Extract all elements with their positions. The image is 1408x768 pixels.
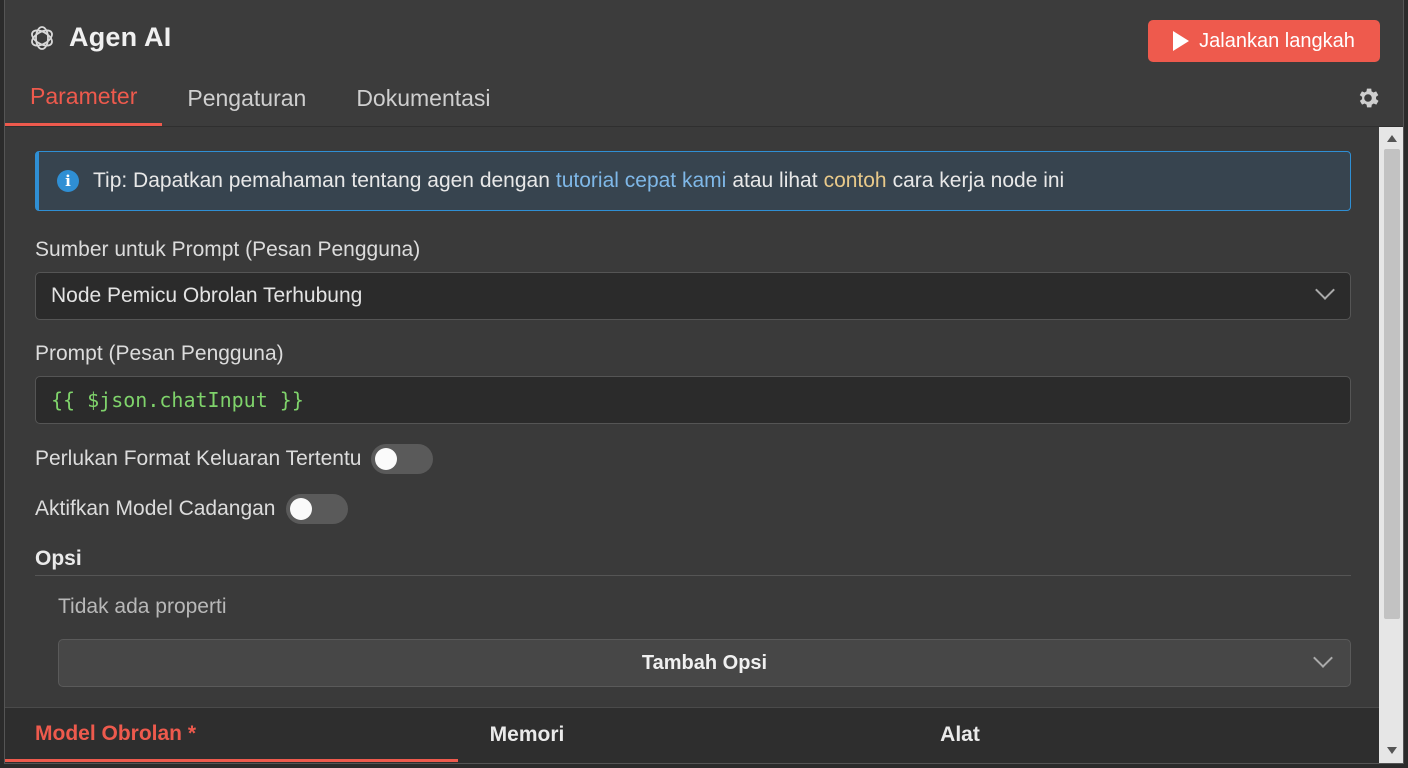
panel-header: Agen AI Jalankan langkah Parameter Penga… xyxy=(5,0,1403,128)
run-step-button[interactable]: Jalankan langkah xyxy=(1148,20,1380,62)
tab-chat-model[interactable]: Model Obrolan * xyxy=(5,708,458,762)
gear-icon[interactable] xyxy=(1355,85,1381,111)
tip-text-middle: atau lihat xyxy=(732,169,818,192)
example-link[interactable]: contoh xyxy=(824,169,887,193)
options-title: Opsi xyxy=(35,547,82,570)
tab-settings[interactable]: Pengaturan xyxy=(162,70,331,126)
chevron-down-icon xyxy=(1315,280,1335,300)
run-step-label: Jalankan langkah xyxy=(1199,29,1355,52)
tab-bar: Parameter Pengaturan Dokumentasi xyxy=(5,70,516,126)
play-icon xyxy=(1173,31,1190,51)
sub-node-tabs: Model Obrolan * Memori Alat xyxy=(5,707,1379,763)
options-divider xyxy=(35,575,1351,576)
toggle-knob xyxy=(375,448,398,470)
info-icon: i xyxy=(57,170,79,192)
scroll-down-icon[interactable] xyxy=(1387,747,1397,754)
scroll-up-icon[interactable] xyxy=(1387,135,1397,142)
output-format-label: Perlukan Format Keluaran Tertentu xyxy=(35,447,362,470)
page-title: Agen AI xyxy=(69,22,172,52)
tab-memory[interactable]: Memori xyxy=(458,708,596,762)
parameters-content: i Tip: Dapatkan pemahaman tentang agen d… xyxy=(5,127,1379,707)
toggle-knob xyxy=(289,498,312,520)
tip-text-after: cara kerja node ini xyxy=(892,169,1065,192)
tip-text-before: Tip: Dapatkan pemahaman tentang agen den… xyxy=(93,169,550,192)
add-option-button[interactable]: Tambah Opsi xyxy=(58,639,1351,687)
prompt-input[interactable]: {{ $json.chatInput }} xyxy=(35,376,1351,424)
prompt-source-value: Node Pemicu Obrolan Terhubung xyxy=(51,284,363,307)
output-format-toggle[interactable] xyxy=(371,444,434,474)
fallback-model-toggle[interactable] xyxy=(285,494,348,524)
node-panel: Agen AI Jalankan langkah Parameter Penga… xyxy=(4,0,1404,764)
fallback-model-label: Aktifkan Model Cadangan xyxy=(35,497,276,520)
fallback-model-row: Aktifkan Model Cadangan xyxy=(35,494,348,524)
tab-tools[interactable]: Alat xyxy=(905,708,1015,762)
output-format-row: Perlukan Format Keluaran Tertentu xyxy=(35,444,434,474)
tip-banner: i Tip: Dapatkan pemahaman tentang agen d… xyxy=(35,151,1351,211)
options-empty-text: Tidak ada properti xyxy=(58,595,227,618)
tab-parameter[interactable]: Parameter xyxy=(5,70,163,126)
chevron-down-icon xyxy=(1313,648,1333,668)
prompt-label: Prompt (Pesan Pengguna) xyxy=(35,342,284,365)
openai-knot-icon xyxy=(31,26,53,50)
tutorial-link[interactable]: tutorial cepat kami xyxy=(556,169,726,193)
prompt-expression: {{ $json.chatInput }} xyxy=(51,388,304,412)
scroll-thumb[interactable] xyxy=(1384,149,1400,619)
prompt-source-label: Sumber untuk Prompt (Pesan Pengguna) xyxy=(35,238,421,261)
prompt-source-select[interactable]: Node Pemicu Obrolan Terhubung xyxy=(35,272,1351,320)
vertical-scrollbar[interactable] xyxy=(1379,127,1403,763)
tab-documentation[interactable]: Dokumentasi xyxy=(331,70,515,126)
add-option-label: Tambah Opsi xyxy=(641,651,768,674)
